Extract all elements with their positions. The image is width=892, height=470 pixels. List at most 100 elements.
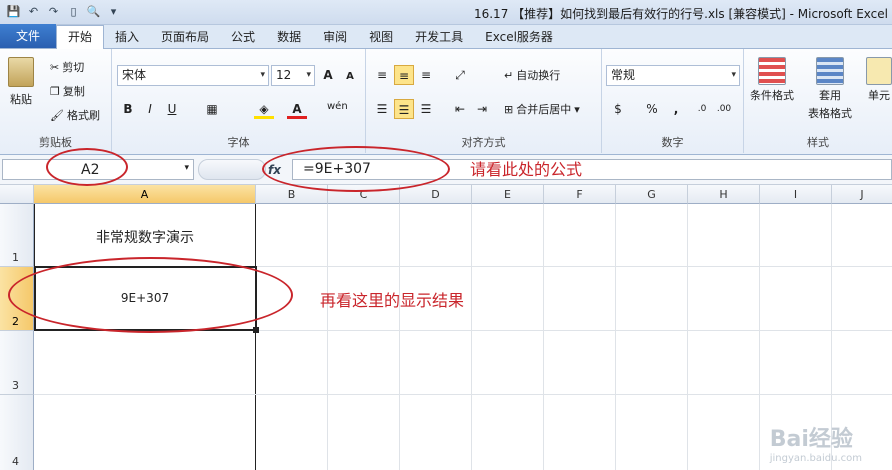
orientation-icon[interactable]: ⤢: [450, 65, 470, 85]
fill-handle[interactable]: [253, 327, 259, 333]
grow-font-button[interactable]: A: [318, 65, 338, 85]
brush-icon: 🖌: [50, 108, 64, 122]
row-number: 2: [12, 315, 19, 328]
row-header-3[interactable]: 3: [0, 331, 34, 395]
number-group: 常规 ▾ $ % , .0 .00 数字: [602, 49, 744, 153]
gridline: [34, 394, 892, 395]
decrease-indent-icon[interactable]: ⇤: [450, 99, 470, 119]
clipboard-group: 粘贴 ✂ 剪切 ❐ 复制 🖌 格式刷 剪贴板: [0, 49, 112, 153]
format-as-table-button[interactable]: 套用 表格格式: [808, 57, 852, 121]
gridline: [327, 204, 328, 470]
print-preview-icon[interactable]: 🔍: [86, 4, 101, 19]
undo-icon[interactable]: ↶: [26, 4, 41, 19]
customize-qat-icon[interactable]: ▾: [106, 4, 121, 19]
number-group-label: 数字: [661, 136, 684, 149]
formula-bar-splitter[interactable]: [198, 159, 266, 180]
table-label-1: 套用: [819, 89, 841, 102]
alignment-group-label: 对齐方式: [461, 136, 506, 149]
align-right-icon[interactable]: ☰: [416, 99, 436, 119]
row-number: 4: [12, 455, 19, 468]
tab-page-layout[interactable]: 页面布局: [150, 26, 220, 48]
fill-color-icon[interactable]: ◈: [254, 99, 274, 119]
underline-button[interactable]: U: [162, 99, 182, 119]
format-painter-button[interactable]: 🖌 格式刷: [50, 107, 100, 123]
merge-center-button[interactable]: ⊞ 合并后居中 ▾: [504, 101, 580, 117]
tab-file[interactable]: 文件: [0, 24, 56, 48]
merge-icon: ⊞: [504, 102, 514, 116]
column-header-a[interactable]: A: [34, 185, 256, 204]
column-header-h[interactable]: H: [688, 185, 760, 204]
cell-a1[interactable]: 非常规数字演示: [34, 227, 256, 247]
tab-developer[interactable]: 开发工具: [404, 26, 474, 48]
font-size-select[interactable]: 12 ▾: [271, 65, 315, 86]
comma-button[interactable]: ,: [666, 99, 686, 119]
cut-button[interactable]: ✂ 剪切: [50, 59, 84, 75]
cell-styles-button[interactable]: 单元: [866, 57, 892, 103]
gridline: [471, 204, 472, 470]
decrease-decimal-icon[interactable]: .00: [714, 99, 734, 119]
copy-button[interactable]: ❐ 复制: [50, 83, 85, 99]
font-group: 宋体 ▾ 12 ▾ A A B I U ▦ ◈ A wén 字体: [112, 49, 366, 153]
column-header-d[interactable]: D: [400, 185, 472, 204]
tab-formulas[interactable]: 公式: [220, 26, 266, 48]
tab-data[interactable]: 数据: [266, 26, 312, 48]
tab-view[interactable]: 视图: [358, 26, 404, 48]
align-bottom-icon[interactable]: ≡: [416, 65, 436, 85]
table-label-2: 表格格式: [808, 107, 852, 120]
conditional-format-button[interactable]: 条件格式: [750, 57, 794, 103]
tab-insert[interactable]: 插入: [104, 26, 150, 48]
shrink-font-button[interactable]: A: [340, 67, 360, 87]
align-left-icon[interactable]: ☰: [372, 99, 392, 119]
phonetic-icon[interactable]: wén: [327, 97, 348, 117]
tab-review[interactable]: 审阅: [312, 26, 358, 48]
font-name-select[interactable]: 宋体 ▾: [117, 65, 269, 86]
percent-button[interactable]: %: [642, 99, 662, 119]
redo-icon[interactable]: ↷: [46, 4, 61, 19]
border-icon[interactable]: ▦: [202, 99, 222, 119]
currency-icon[interactable]: $: [608, 99, 628, 119]
worksheet-grid[interactable]: A B C D E F G H I J 1 2 3 4 非常规数字演示 9E+3…: [0, 185, 892, 470]
tab-home[interactable]: 开始: [56, 25, 105, 49]
italic-button[interactable]: I: [140, 99, 160, 119]
align-middle-icon[interactable]: ≡: [394, 65, 414, 85]
increase-indent-icon[interactable]: ⇥: [472, 99, 492, 119]
font-size-value: 12: [276, 68, 292, 82]
font-color-icon[interactable]: A: [287, 99, 307, 119]
chevron-down-icon: ▾: [184, 163, 189, 173]
ribbon: 粘贴 ✂ 剪切 ❐ 复制 🖌 格式刷 剪贴板 宋体 ▾ 12 ▾ A A B I U ▦ …: [0, 49, 892, 155]
row-number: 1: [12, 251, 19, 264]
alignment-group: ≡ ≡ ≡ ⤢ ↵ 自动换行 ☰ ☰ ☰ ⇤ ⇥ ⊞ 合并后居中 ▾ 对齐方式: [366, 49, 602, 153]
select-all-corner[interactable]: [0, 185, 34, 204]
bold-button[interactable]: B: [118, 99, 138, 119]
styles-group-label: 样式: [807, 136, 829, 149]
ribbon-tabs: 文件 开始 插入 页面布局 公式 数据 审阅 视图 开发工具 Excel服务器: [0, 24, 892, 49]
formula-highlight-ellipse: [262, 146, 450, 192]
wrap-text-button[interactable]: ↵ 自动换行: [504, 67, 560, 83]
number-format-select[interactable]: 常规 ▾: [606, 65, 740, 86]
align-center-icon[interactable]: ☰: [394, 99, 414, 119]
column-header-g[interactable]: G: [616, 185, 688, 204]
tab-excel-server[interactable]: Excel服务器: [474, 26, 564, 48]
clipboard-icon: [8, 57, 34, 87]
scissors-icon: ✂: [50, 60, 60, 74]
result-annotation: 再看这里的显示结果: [320, 291, 465, 310]
formula-annotation: 请看此处的公式: [470, 160, 583, 179]
save-icon[interactable]: 💾: [6, 4, 21, 19]
row-header-4[interactable]: 4: [0, 395, 34, 470]
column-header-f[interactable]: F: [544, 185, 616, 204]
gridline: [399, 204, 400, 470]
increase-decimal-icon[interactable]: .0: [692, 99, 712, 119]
align-top-icon[interactable]: ≡: [372, 65, 392, 85]
result-highlight-ellipse: [8, 257, 293, 333]
window-title: 16.17 【推荐】如何找到最后有效行的行号.xls [兼容模式] - Micr…: [473, 7, 888, 21]
conditional-format-icon: [758, 57, 786, 85]
wrap-icon: ↵: [504, 68, 514, 82]
column-header-i[interactable]: I: [760, 185, 832, 204]
row-header-1[interactable]: 1: [0, 204, 34, 267]
column-header-e[interactable]: E: [472, 185, 544, 204]
font-name-value: 宋体: [122, 68, 147, 82]
paste-button[interactable]: 粘贴: [8, 57, 34, 107]
new-document-icon[interactable]: ▯: [66, 4, 81, 19]
column-header-j[interactable]: J: [832, 185, 892, 204]
cell-styles-label: 单元: [868, 89, 890, 102]
